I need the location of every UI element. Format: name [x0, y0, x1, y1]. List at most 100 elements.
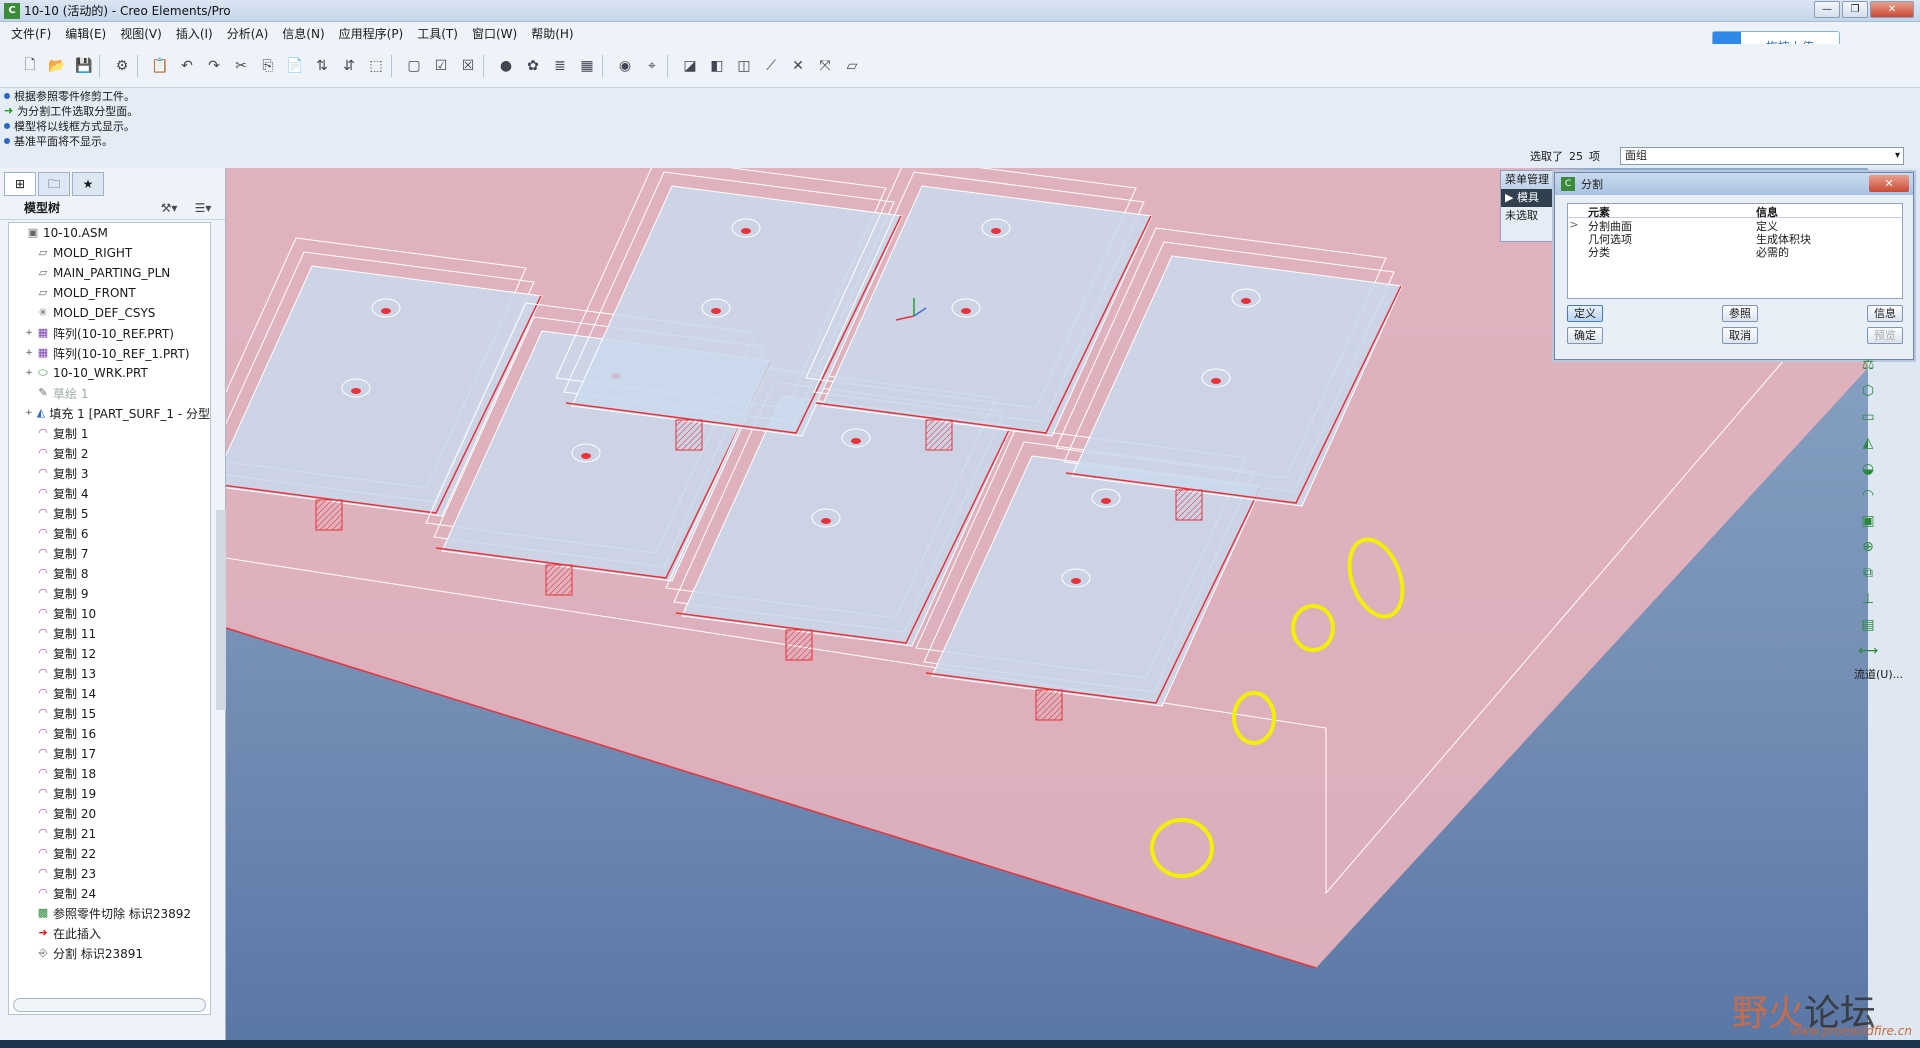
info-button[interactable]: 信息	[1867, 305, 1903, 322]
shrinkage-icon[interactable]: ◭	[1856, 432, 1880, 454]
tree-order-icon[interactable]: ⇅	[310, 54, 334, 78]
mold-opening-icon[interactable]: ⊕	[1856, 536, 1880, 558]
tree-item[interactable]: ◠ 复制 18	[9, 763, 210, 783]
sprue-icon[interactable]: ⊥	[1856, 588, 1880, 610]
redo-icon[interactable]: ↷	[202, 54, 226, 78]
tab-favorites[interactable]: ★	[72, 172, 104, 196]
window-check-icon[interactable]: ☑	[429, 54, 453, 78]
dialog-close-button[interactable]: ✕	[1869, 175, 1909, 192]
menu-view[interactable]: 视图(V)	[113, 25, 169, 42]
window-activate-icon[interactable]: ▢	[402, 54, 426, 78]
datum-point-icon[interactable]: ✕	[786, 54, 810, 78]
runner-label[interactable]: 流道(U)...	[1854, 666, 1920, 682]
parting-surface-icon[interactable]: ◒	[1856, 458, 1880, 480]
tree-item[interactable]: ◠ 复制 3	[9, 463, 210, 483]
model-display-icon[interactable]: ▦	[575, 54, 599, 78]
tree-item[interactable]: ◠ 复制 13	[9, 663, 210, 683]
undo-icon[interactable]: ↶	[175, 54, 199, 78]
shaded-cube-icon[interactable]: ◧	[705, 54, 729, 78]
tree-show-icon[interactable]: ☰▾	[189, 199, 217, 217]
reorder-icon[interactable]: ⇵	[337, 54, 361, 78]
tree-item[interactable]: ◠ 复制 8	[9, 563, 210, 583]
tree-item[interactable]: ◠ 复制 11	[9, 623, 210, 643]
hidden-line-icon[interactable]: ◪	[678, 54, 702, 78]
table-row[interactable]: 分类 必需的	[1568, 244, 1902, 259]
ok-button[interactable]: 确定	[1567, 327, 1603, 344]
expand-toggle-icon[interactable]: +	[25, 328, 33, 338]
tree-item[interactable]: ◠ 复制 20	[9, 803, 210, 823]
open-folder-icon[interactable]: 📂	[45, 54, 69, 78]
tree-settings-icon[interactable]: ⚒▾	[155, 199, 183, 217]
cancel-button[interactable]: 取消	[1722, 327, 1758, 344]
maximize-button[interactable]: ❐	[1842, 1, 1868, 18]
tree-item[interactable]: + ◭ 填充 1 [PART_SURF_1 - 分型	[9, 403, 210, 423]
table-row[interactable]: > 分割曲面 定义	[1568, 218, 1902, 233]
tree-item[interactable]: ◠ 复制 15	[9, 703, 210, 723]
measure-icon[interactable]: ⟷	[1856, 640, 1880, 662]
casting-icon[interactable]: ▤	[1856, 614, 1880, 636]
preview-button[interactable]: 预览	[1867, 327, 1903, 344]
silhouette-curve-icon[interactable]: ◠	[1856, 484, 1880, 506]
layers-icon[interactable]: ≣	[548, 54, 572, 78]
tree-horizontal-scrollbar[interactable]	[13, 998, 206, 1012]
appearance-icon[interactable]: ✿	[521, 54, 545, 78]
tree-item[interactable]: ▩ 参照零件切除 标识23892	[9, 903, 210, 923]
tree-item[interactable]: ◠ 复制 9	[9, 583, 210, 603]
tree-item[interactable]: ◠ 复制 17	[9, 743, 210, 763]
volume-split-icon[interactable]: ▣	[1856, 510, 1880, 532]
close-button[interactable]: ✕	[1870, 1, 1914, 18]
tree-item[interactable]: ◠ 复制 24	[9, 883, 210, 903]
save-icon[interactable]: 💾	[72, 54, 96, 78]
tree-item[interactable]: ◠ 复制 10	[9, 603, 210, 623]
tree-item[interactable]: ◠ 复制 14	[9, 683, 210, 703]
tree-item[interactable]: ◠ 复制 7	[9, 543, 210, 563]
paste-special-icon[interactable]: 📄	[283, 54, 307, 78]
panel-splitter[interactable]	[216, 510, 226, 710]
select-box-icon[interactable]: ⬚	[364, 54, 388, 78]
menu-info[interactable]: 信息(N)	[275, 25, 331, 42]
copy-icon[interactable]: ⎘	[256, 54, 280, 78]
tree-item[interactable]: ◠ 复制 19	[9, 783, 210, 803]
extract-icon[interactable]: ⧉	[1856, 562, 1880, 584]
tree-item[interactable]: ▱ MAIN_PARTING_PLN	[9, 263, 210, 283]
wireframe-cube-icon[interactable]: ◫	[732, 54, 756, 78]
csys-display-icon[interactable]: ⤧	[813, 54, 837, 78]
expand-toggle-icon[interactable]: +	[25, 348, 33, 358]
menu-insert[interactable]: 插入(I)	[169, 25, 220, 42]
new-file-icon[interactable]: 🗋	[18, 54, 42, 78]
tree-item[interactable]: ✳ MOLD_DEF_CSYS	[9, 303, 210, 323]
expand-toggle-icon[interactable]: +	[25, 408, 33, 418]
menu-manager-mold[interactable]: ▶ 模具	[1501, 189, 1555, 207]
cut-icon[interactable]: ✂	[229, 54, 253, 78]
menu-manager-unselected[interactable]: 未选取	[1501, 207, 1555, 225]
mold-layout-icon[interactable]: ⚖	[1856, 354, 1880, 376]
menu-analysis[interactable]: 分析(A)	[220, 25, 276, 42]
refpart-icon[interactable]: ⬡	[1856, 380, 1880, 402]
binoculars-icon[interactable]: ⌖	[640, 54, 664, 78]
tree-item[interactable]: ➜ 在此插入	[9, 923, 210, 943]
define-button[interactable]: 定义	[1567, 305, 1603, 322]
table-row[interactable]: 几何选项 生成体积块	[1568, 231, 1902, 246]
globe-icon[interactable]: ◉	[613, 54, 637, 78]
menu-edit[interactable]: 编辑(E)	[58, 25, 113, 42]
shading-sphere-icon[interactable]: ●	[494, 54, 518, 78]
tree-item[interactable]: ◠ 复制 23	[9, 863, 210, 883]
menu-file[interactable]: 文件(F)	[4, 25, 58, 42]
tree-item[interactable]: ◠ 复制 12	[9, 643, 210, 663]
tree-item[interactable]: ◠ 复制 4	[9, 483, 210, 503]
tree-item[interactable]: ▱ MOLD_FRONT	[9, 283, 210, 303]
tree-item[interactable]: ▣ 10-10.ASM	[9, 223, 210, 243]
tree-item[interactable]: ◠ 复制 21	[9, 823, 210, 843]
window-close-icon[interactable]: ☒	[456, 54, 480, 78]
expand-toggle-icon[interactable]: +	[25, 368, 33, 378]
tree-item[interactable]: ◠ 复制 22	[9, 843, 210, 863]
tree-item[interactable]: ◠ 复制 1	[9, 423, 210, 443]
tree-item[interactable]: ▱ MOLD_RIGHT	[9, 243, 210, 263]
tree-item[interactable]: ✎ 草绘 1	[9, 383, 210, 403]
menu-applications[interactable]: 应用程序(P)	[332, 25, 411, 42]
paste-icon[interactable]: 📋	[148, 54, 172, 78]
tree-item[interactable]: + ⬭ 10-10_WRK.PRT	[9, 363, 210, 383]
menu-tools[interactable]: 工具(T)	[410, 25, 465, 42]
minimize-button[interactable]: —	[1814, 1, 1840, 18]
references-button[interactable]: 参照	[1722, 305, 1758, 322]
